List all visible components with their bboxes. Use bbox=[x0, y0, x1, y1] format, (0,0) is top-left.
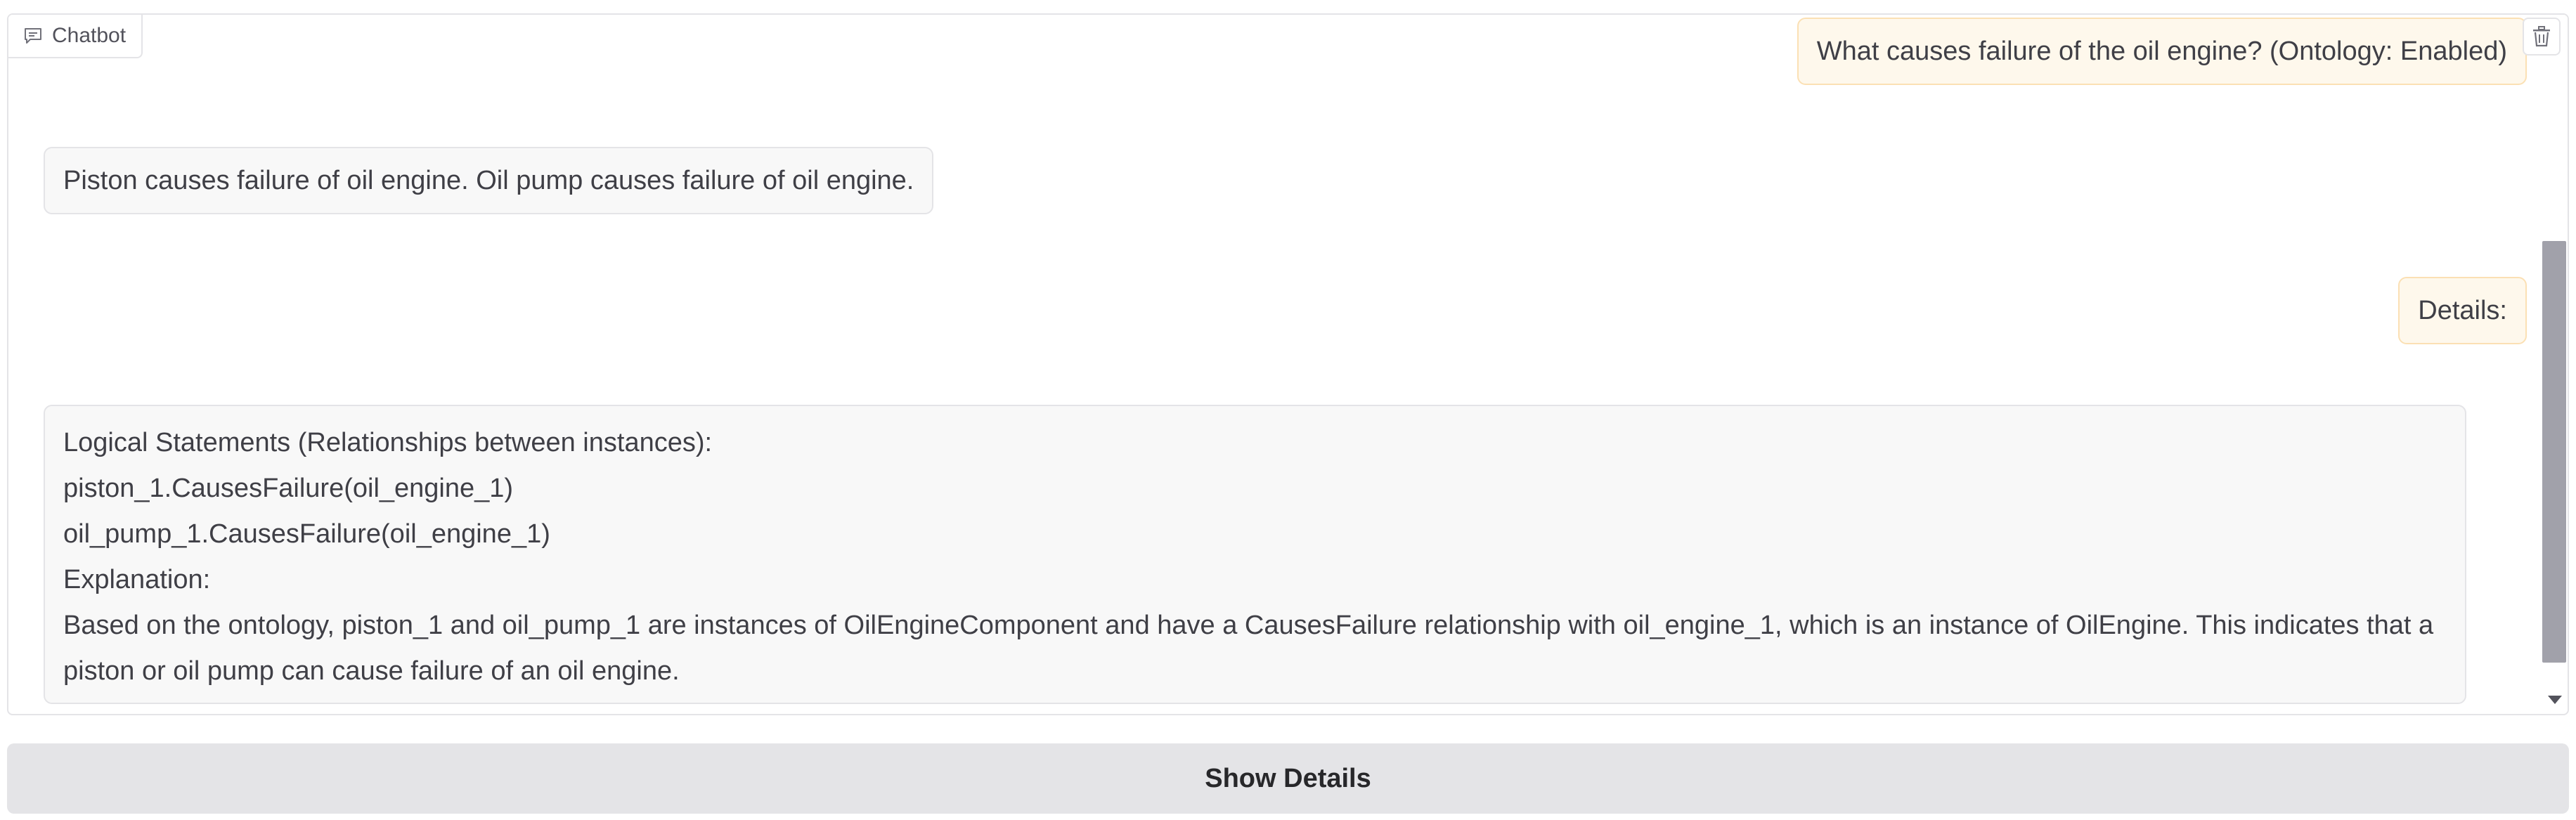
details-heading: Logical Statements (Relationships betwee… bbox=[63, 428, 713, 457]
message-text: Piston causes failure of oil engine. Oil… bbox=[63, 165, 914, 195]
chatbot-label: Chatbot bbox=[8, 15, 143, 58]
chat-bubble-icon bbox=[25, 28, 41, 44]
logical-statement: piston_1.CausesFailure(oil_engine_1) bbox=[63, 474, 514, 503]
explanation-text: Based on the ontology, piston_1 and oil_… bbox=[63, 611, 2434, 686]
chat-messages-area[interactable]: What causes failure of the oil engine? (… bbox=[8, 15, 2548, 714]
chatbot-label-text: Chatbot bbox=[52, 24, 127, 47]
clear-chat-button[interactable] bbox=[2523, 18, 2561, 56]
scrollbar-thumb[interactable] bbox=[2542, 241, 2566, 663]
user-message: Details: bbox=[2398, 277, 2527, 344]
show-details-button[interactable]: Show Details bbox=[7, 743, 2569, 814]
chatbot-panel: Chatbot What causes failure of the oil e… bbox=[7, 13, 2569, 715]
message-text: Details: bbox=[2418, 296, 2507, 325]
message-text: What causes failure of the oil engine? (… bbox=[1816, 36, 2507, 66]
assistant-message: Piston causes failure of oil engine. Oil… bbox=[44, 147, 934, 214]
chat-scrollbar[interactable] bbox=[2542, 15, 2568, 714]
assistant-details-message: Logical Statements (Relationships betwee… bbox=[44, 405, 2466, 704]
user-message: What causes failure of the oil engine? (… bbox=[1797, 18, 2527, 85]
scroll-down-arrow-icon[interactable] bbox=[2548, 696, 2562, 704]
logical-statement: oil_pump_1.CausesFailure(oil_engine_1) bbox=[63, 519, 550, 549]
trash-icon bbox=[2533, 26, 2550, 47]
explanation-heading: Explanation: bbox=[63, 565, 211, 594]
